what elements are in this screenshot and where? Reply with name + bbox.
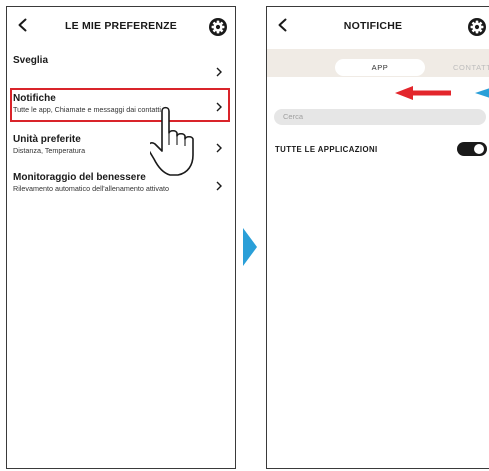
page-title: LE MIE PREFERENZE xyxy=(65,20,177,32)
preferences-screen: LE MIE PREFERENZE Sveglia Notifiche Tutt… xyxy=(6,6,236,469)
preferences-header: LE MIE PREFERENZE xyxy=(7,7,235,49)
tab-contatti[interactable]: CONTATTI xyxy=(453,59,489,76)
search-input[interactable]: Cerca xyxy=(274,109,486,125)
notifications-screen: NOTIFICHE APP CONTATTI Cerca TUTTE LE AP… xyxy=(266,6,489,469)
search-placeholder: Cerca xyxy=(283,112,304,121)
gear-icon[interactable] xyxy=(208,17,228,37)
all-apps-label: TUTTE LE APPLICAZIONI xyxy=(275,145,378,154)
content-sheet xyxy=(267,77,489,468)
page-title: NOTIFICHE xyxy=(343,20,403,32)
all-apps-toggle[interactable] xyxy=(457,142,487,156)
notifications-header: NOTIFICHE xyxy=(267,7,489,49)
arrow-left-icon xyxy=(475,88,489,98)
gear-icon[interactable] xyxy=(467,17,487,37)
tab-app[interactable]: APP xyxy=(335,59,425,76)
menu-item-title: Sveglia xyxy=(13,55,49,66)
pointing-hand-icon xyxy=(150,106,194,176)
chevron-right-icon xyxy=(216,67,222,77)
arrow-left-icon xyxy=(395,86,451,100)
chevron-right-icon xyxy=(216,181,222,191)
triangle-right-icon xyxy=(243,228,257,266)
toggle-knob xyxy=(474,144,484,154)
menu-item-sveglia[interactable]: Sveglia xyxy=(13,55,229,77)
menu-item-subtitle: Rilevamento automatico dell'allenamento … xyxy=(13,184,169,193)
